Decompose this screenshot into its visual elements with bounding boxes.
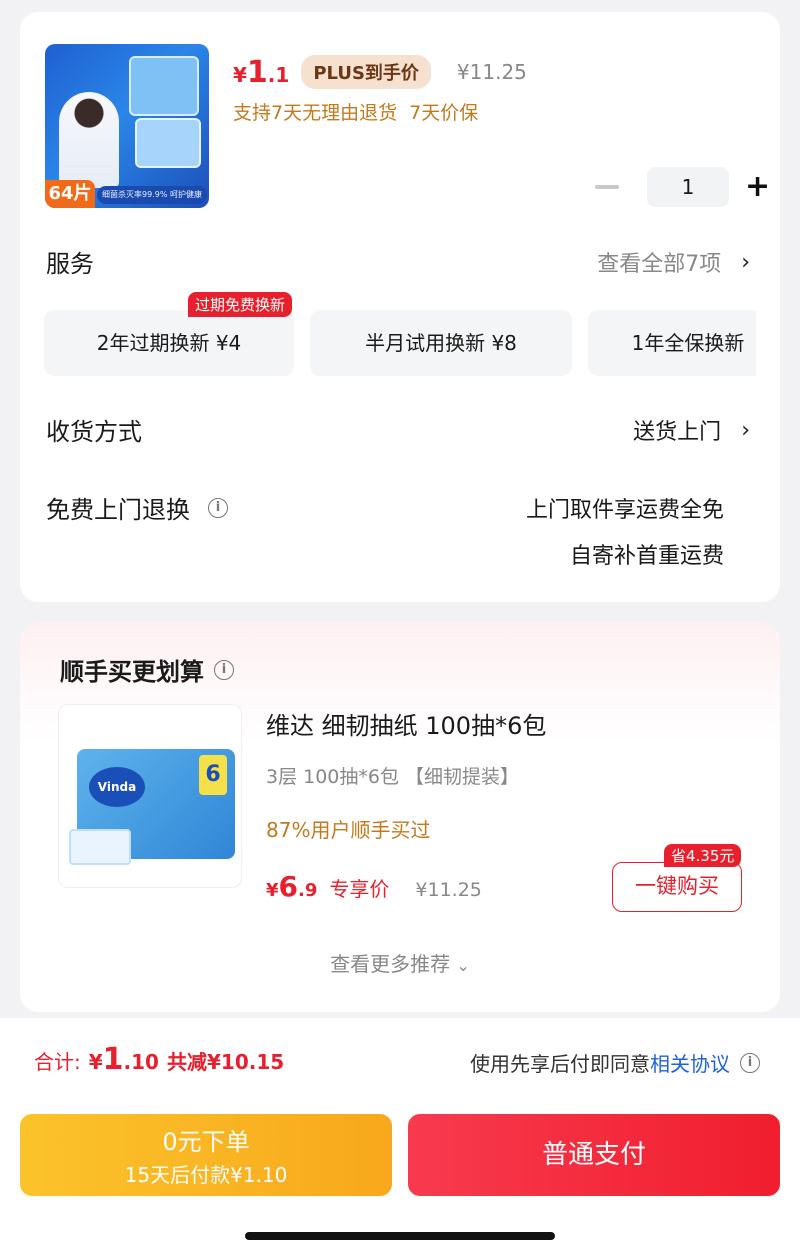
pay-later-button[interactable]: 0元下单 15天后付款¥1.10	[20, 1114, 392, 1196]
service-title: 服务	[46, 250, 94, 278]
increase-button[interactable]: +	[745, 172, 770, 202]
count-badge: 64片	[45, 180, 95, 208]
info-icon[interactable]: i	[208, 497, 228, 518]
pack-count-label: 6	[199, 755, 227, 795]
pay-later-label: 0元下单	[162, 1128, 250, 1156]
delivery-method[interactable]: 送货上门 ›	[633, 414, 750, 446]
one-click-buy-button[interactable]: 一键购买	[612, 862, 742, 912]
price-row: ¥1.1 PLUS到手价 ¥11.25	[233, 52, 527, 92]
recommend-original-price: ¥11.25	[415, 879, 482, 901]
view-all-services[interactable]: 查看全部7项 ›	[597, 246, 750, 278]
total-currency: ¥	[88, 1050, 103, 1074]
info-icon[interactable]: i	[740, 1052, 760, 1073]
home-indicator[interactable]	[245, 1232, 555, 1240]
order-card: 64片 细菌杀灭率99.9% 呵护健康 ¥1.1 PLUS到手价 ¥11.25 …	[20, 12, 780, 602]
plus-price-tag: PLUS到手价	[301, 55, 431, 89]
recommend-product-name[interactable]: 维达 细韧抽纸 100抽*6包	[266, 706, 546, 741]
info-icon[interactable]: i	[214, 659, 234, 680]
product-image[interactable]: 64片 细菌杀灭率99.9% 呵护健康	[45, 44, 209, 208]
decrease-button[interactable]	[595, 185, 619, 189]
more-recommendations-label: 查看更多推荐	[330, 952, 451, 976]
tissue-box	[69, 829, 131, 865]
checkout-bar: 合计: ¥ 1 .10 共减¥10.15 使用先享后付即同意 相关协议 i 0元…	[0, 1018, 800, 1252]
agreement-link[interactable]: 相关协议	[650, 1048, 730, 1077]
return-info: 上门取件享运费全免 自寄补首重运费	[526, 488, 724, 580]
package-image	[135, 118, 201, 168]
vinda-logo: Vinda	[89, 767, 145, 807]
save-badge: 省4.35元	[664, 844, 742, 867]
plus-price: ¥1.1	[233, 54, 290, 90]
view-all-label: 查看全部7项	[597, 252, 722, 277]
guarantee-text: 支持7天无理由退货 7天价保	[233, 102, 479, 124]
total-summary: 合计: ¥ 1 .10 共减¥10.15	[34, 1042, 284, 1077]
agreement-text: 使用先享后付即同意	[470, 1052, 650, 1076]
return-title: 免费上门退换	[46, 496, 190, 524]
total-saved: 共减¥10.15	[166, 1050, 285, 1074]
return-line-2: 自寄补首重运费	[569, 544, 724, 569]
delivery-title: 收货方式	[46, 418, 142, 446]
recommend-card: 顺手买更划算 i Vinda 6 维达 细韧抽纸 100抽*6包 3层 100抽…	[20, 622, 780, 1012]
normal-pay-button[interactable]: 普通支付	[408, 1114, 780, 1196]
quantity-stepper: 1 +	[595, 167, 770, 207]
exclusive-price-label: 专享价	[329, 877, 390, 901]
recommend-title: 顺手买更划算 i	[60, 652, 234, 687]
pay-later-sublabel: 15天后付款¥1.10	[124, 1163, 288, 1187]
chevron-right-icon: ›	[741, 249, 750, 275]
chevron-right-icon: ›	[741, 417, 750, 443]
recommend-bought-stat: 87%用户顺手买过	[266, 818, 431, 842]
recommend-price: ¥6.9	[266, 870, 318, 903]
delivery-value: 送货上门	[633, 420, 722, 445]
model-photo	[59, 92, 119, 188]
original-price: ¥11.25	[456, 60, 527, 84]
total-amount-decimal: .10	[123, 1050, 159, 1074]
package-image	[129, 56, 199, 116]
more-recommendations[interactable]: 查看更多推荐 ⌄	[20, 948, 780, 977]
service-chip[interactable]: 1年全保换新	[588, 310, 756, 376]
agreement-note: 使用先享后付即同意 相关协议 i	[470, 1048, 760, 1077]
recommend-product-image[interactable]: Vinda 6	[58, 704, 242, 888]
total-label: 合计:	[34, 1050, 81, 1074]
return-line-1: 上门取件享运费全免	[525, 498, 724, 523]
product-tagline: 细菌杀灭率99.9% 呵护健康	[97, 186, 207, 204]
recommend-price-row: ¥6.9 专享价 ¥11.25	[266, 870, 482, 903]
chevron-down-icon: ⌄	[456, 956, 470, 975]
quantity-input[interactable]: 1	[647, 167, 729, 207]
return-row: 免费上门退换 i	[46, 490, 228, 525]
recommend-title-text: 顺手买更划算	[60, 658, 204, 686]
service-badge: 过期免费换新	[188, 292, 293, 317]
service-chip[interactable]: 2年过期换新 ¥4	[44, 310, 294, 376]
recommend-product-spec: 3层 100抽*6包 【细韧提装】	[266, 766, 520, 788]
total-amount: 1	[102, 1042, 124, 1077]
service-chip[interactable]: 半月试用换新 ¥8	[310, 310, 572, 376]
service-options: 2年过期换新 ¥4 半月试用换新 ¥8 1年全保换新	[44, 310, 756, 380]
